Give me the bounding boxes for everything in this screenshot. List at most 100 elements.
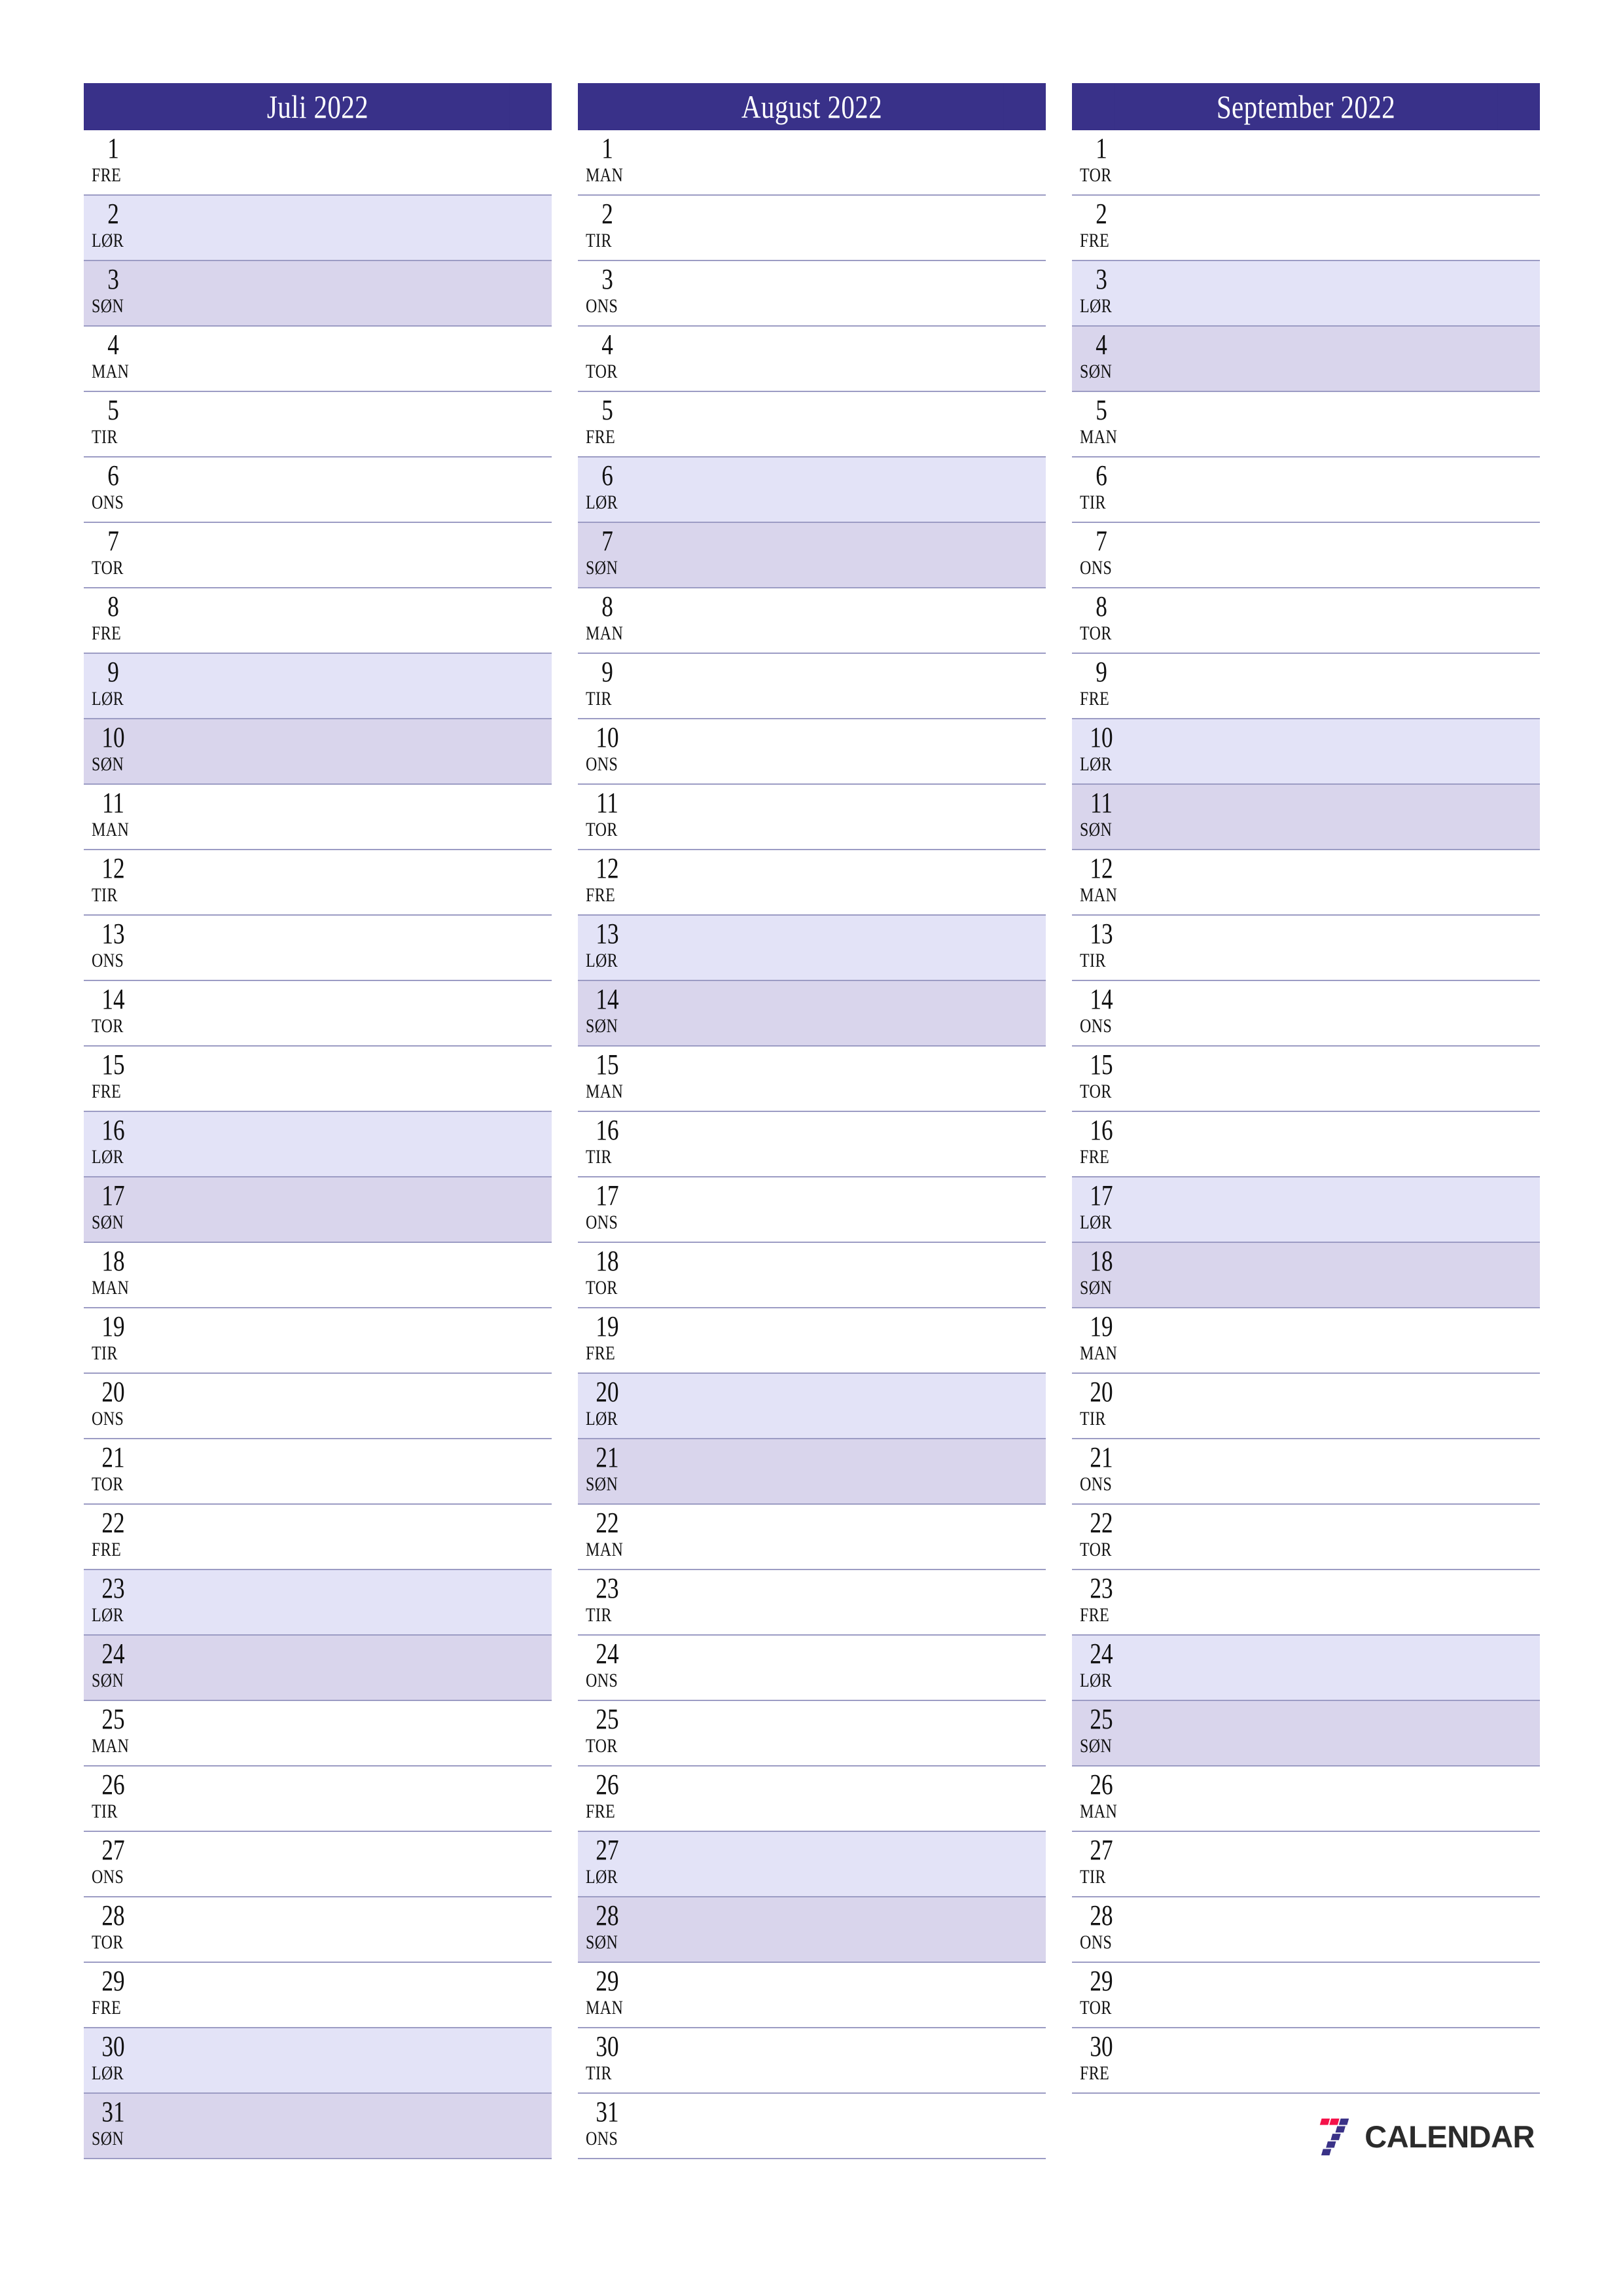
day-note-area[interactable] <box>156 2094 552 2158</box>
day-row[interactable]: 4 MAN <box>84 327 552 392</box>
day-note-area[interactable] <box>156 1243 552 1307</box>
day-note-area[interactable] <box>650 1963 1046 2027</box>
day-note-area[interactable] <box>650 588 1046 653</box>
day-note-area[interactable] <box>1144 1439 1540 1503</box>
day-note-area[interactable] <box>650 850 1046 914</box>
day-row[interactable]: 6 TIR <box>1072 457 1540 523</box>
day-row[interactable]: 20 TIR <box>1072 1374 1540 1439</box>
day-row[interactable]: 19 FRE <box>578 1308 1046 1374</box>
day-row[interactable]: 14 SØN <box>578 981 1046 1047</box>
day-row[interactable]: 21 SØN <box>578 1439 1046 1505</box>
day-row[interactable]: 17 ONS <box>578 1177 1046 1243</box>
day-note-area[interactable] <box>156 1374 552 1438</box>
day-row[interactable]: 28 ONS <box>1072 1897 1540 1963</box>
day-note-area[interactable] <box>156 1570 552 1634</box>
day-row[interactable]: 16 TIR <box>578 1112 1046 1177</box>
day-row[interactable]: 30 FRE <box>1072 2028 1540 2094</box>
day-note-area[interactable] <box>650 1897 1046 1962</box>
day-note-area[interactable] <box>1144 1701 1540 1765</box>
day-row[interactable]: 4 TOR <box>578 327 1046 392</box>
day-row[interactable]: 12 FRE <box>578 850 1046 916</box>
day-row[interactable]: 13 TIR <box>1072 916 1540 981</box>
day-note-area[interactable] <box>1144 1963 1540 2027</box>
day-row[interactable]: 24 ONS <box>578 1636 1046 1701</box>
day-note-area[interactable] <box>156 1701 552 1765</box>
day-note-area[interactable] <box>1144 1505 1540 1569</box>
day-note-area[interactable] <box>650 719 1046 783</box>
day-row[interactable]: 22 TOR <box>1072 1505 1540 1570</box>
day-row[interactable]: 16 LØR <box>84 1112 552 1177</box>
day-note-area[interactable] <box>156 850 552 914</box>
day-row[interactable]: 23 TIR <box>578 1570 1046 1636</box>
day-note-area[interactable] <box>156 1963 552 2027</box>
day-note-area[interactable] <box>650 1701 1046 1765</box>
day-note-area[interactable] <box>1144 719 1540 783</box>
day-row[interactable]: 15 TOR <box>1072 1047 1540 1112</box>
day-row[interactable]: 6 LØR <box>578 457 1046 523</box>
day-note-area[interactable] <box>156 1177 552 1242</box>
day-note-area[interactable] <box>1144 1243 1540 1307</box>
day-note-area[interactable] <box>650 523 1046 587</box>
day-row[interactable]: 30 TIR <box>578 2028 1046 2094</box>
day-row[interactable]: 20 ONS <box>84 1374 552 1439</box>
day-row[interactable]: 28 TOR <box>84 1897 552 1963</box>
day-row[interactable]: 17 SØN <box>84 1177 552 1243</box>
day-note-area[interactable] <box>650 1308 1046 1372</box>
day-row[interactable]: 10 ONS <box>578 719 1046 785</box>
day-note-area[interactable] <box>156 1897 552 1962</box>
day-note-area[interactable] <box>156 1832 552 1896</box>
day-row[interactable]: 22 MAN <box>578 1505 1046 1570</box>
day-note-area[interactable] <box>156 1767 552 1831</box>
day-note-area[interactable] <box>650 1243 1046 1307</box>
day-row[interactable]: 26 FRE <box>578 1767 1046 1832</box>
day-row[interactable]: 1 MAN <box>578 130 1046 196</box>
day-note-area[interactable] <box>156 588 552 653</box>
day-row[interactable]: 2 FRE <box>1072 196 1540 261</box>
day-row[interactable]: 11 TOR <box>578 785 1046 850</box>
day-row[interactable]: 25 SØN <box>1072 1701 1540 1767</box>
day-row[interactable]: 27 LØR <box>578 1832 1046 1897</box>
day-row[interactable]: 17 LØR <box>1072 1177 1540 1243</box>
day-row[interactable]: 22 FRE <box>84 1505 552 1570</box>
day-note-area[interactable] <box>1144 523 1540 587</box>
day-row[interactable]: 2 TIR <box>578 196 1046 261</box>
day-row[interactable]: 21 ONS <box>1072 1439 1540 1505</box>
day-note-area[interactable] <box>650 261 1046 325</box>
day-note-area[interactable] <box>156 392 552 456</box>
day-row[interactable]: 23 FRE <box>1072 1570 1540 1636</box>
day-row[interactable]: 12 TIR <box>84 850 552 916</box>
day-note-area[interactable] <box>650 785 1046 849</box>
day-row[interactable]: 5 TIR <box>84 392 552 457</box>
day-note-area[interactable] <box>1144 2028 1540 2092</box>
day-note-area[interactable] <box>650 1177 1046 1242</box>
day-row[interactable]: 8 MAN <box>578 588 1046 654</box>
day-row[interactable]: 8 FRE <box>84 588 552 654</box>
day-note-area[interactable] <box>650 2028 1046 2092</box>
day-note-area[interactable] <box>1144 981 1540 1045</box>
day-note-area[interactable] <box>650 327 1046 391</box>
day-note-area[interactable] <box>156 1112 552 1176</box>
day-note-area[interactable] <box>156 2028 552 2092</box>
day-row[interactable]: 21 TOR <box>84 1439 552 1505</box>
day-note-area[interactable] <box>156 523 552 587</box>
day-note-area[interactable] <box>650 196 1046 260</box>
day-note-area[interactable] <box>156 1636 552 1700</box>
day-note-area[interactable] <box>650 392 1046 456</box>
day-row[interactable]: 1 TOR <box>1072 130 1540 196</box>
day-note-area[interactable] <box>650 2094 1046 2158</box>
day-row[interactable]: 30 LØR <box>84 2028 552 2094</box>
day-note-area[interactable] <box>1144 130 1540 194</box>
day-note-area[interactable] <box>156 654 552 718</box>
day-row[interactable]: 10 LØR <box>1072 719 1540 785</box>
day-note-area[interactable] <box>650 1832 1046 1896</box>
day-note-area[interactable] <box>650 1505 1046 1569</box>
day-row[interactable]: 7 ONS <box>1072 523 1540 588</box>
day-row[interactable]: 3 LØR <box>1072 261 1540 327</box>
day-note-area[interactable] <box>1144 916 1540 980</box>
day-note-area[interactable] <box>156 1505 552 1569</box>
day-note-area[interactable] <box>1144 392 1540 456</box>
day-row[interactable]: 2 LØR <box>84 196 552 261</box>
day-row[interactable]: 27 ONS <box>84 1832 552 1897</box>
day-row[interactable]: 31 SØN <box>84 2094 552 2159</box>
day-note-area[interactable] <box>156 261 552 325</box>
